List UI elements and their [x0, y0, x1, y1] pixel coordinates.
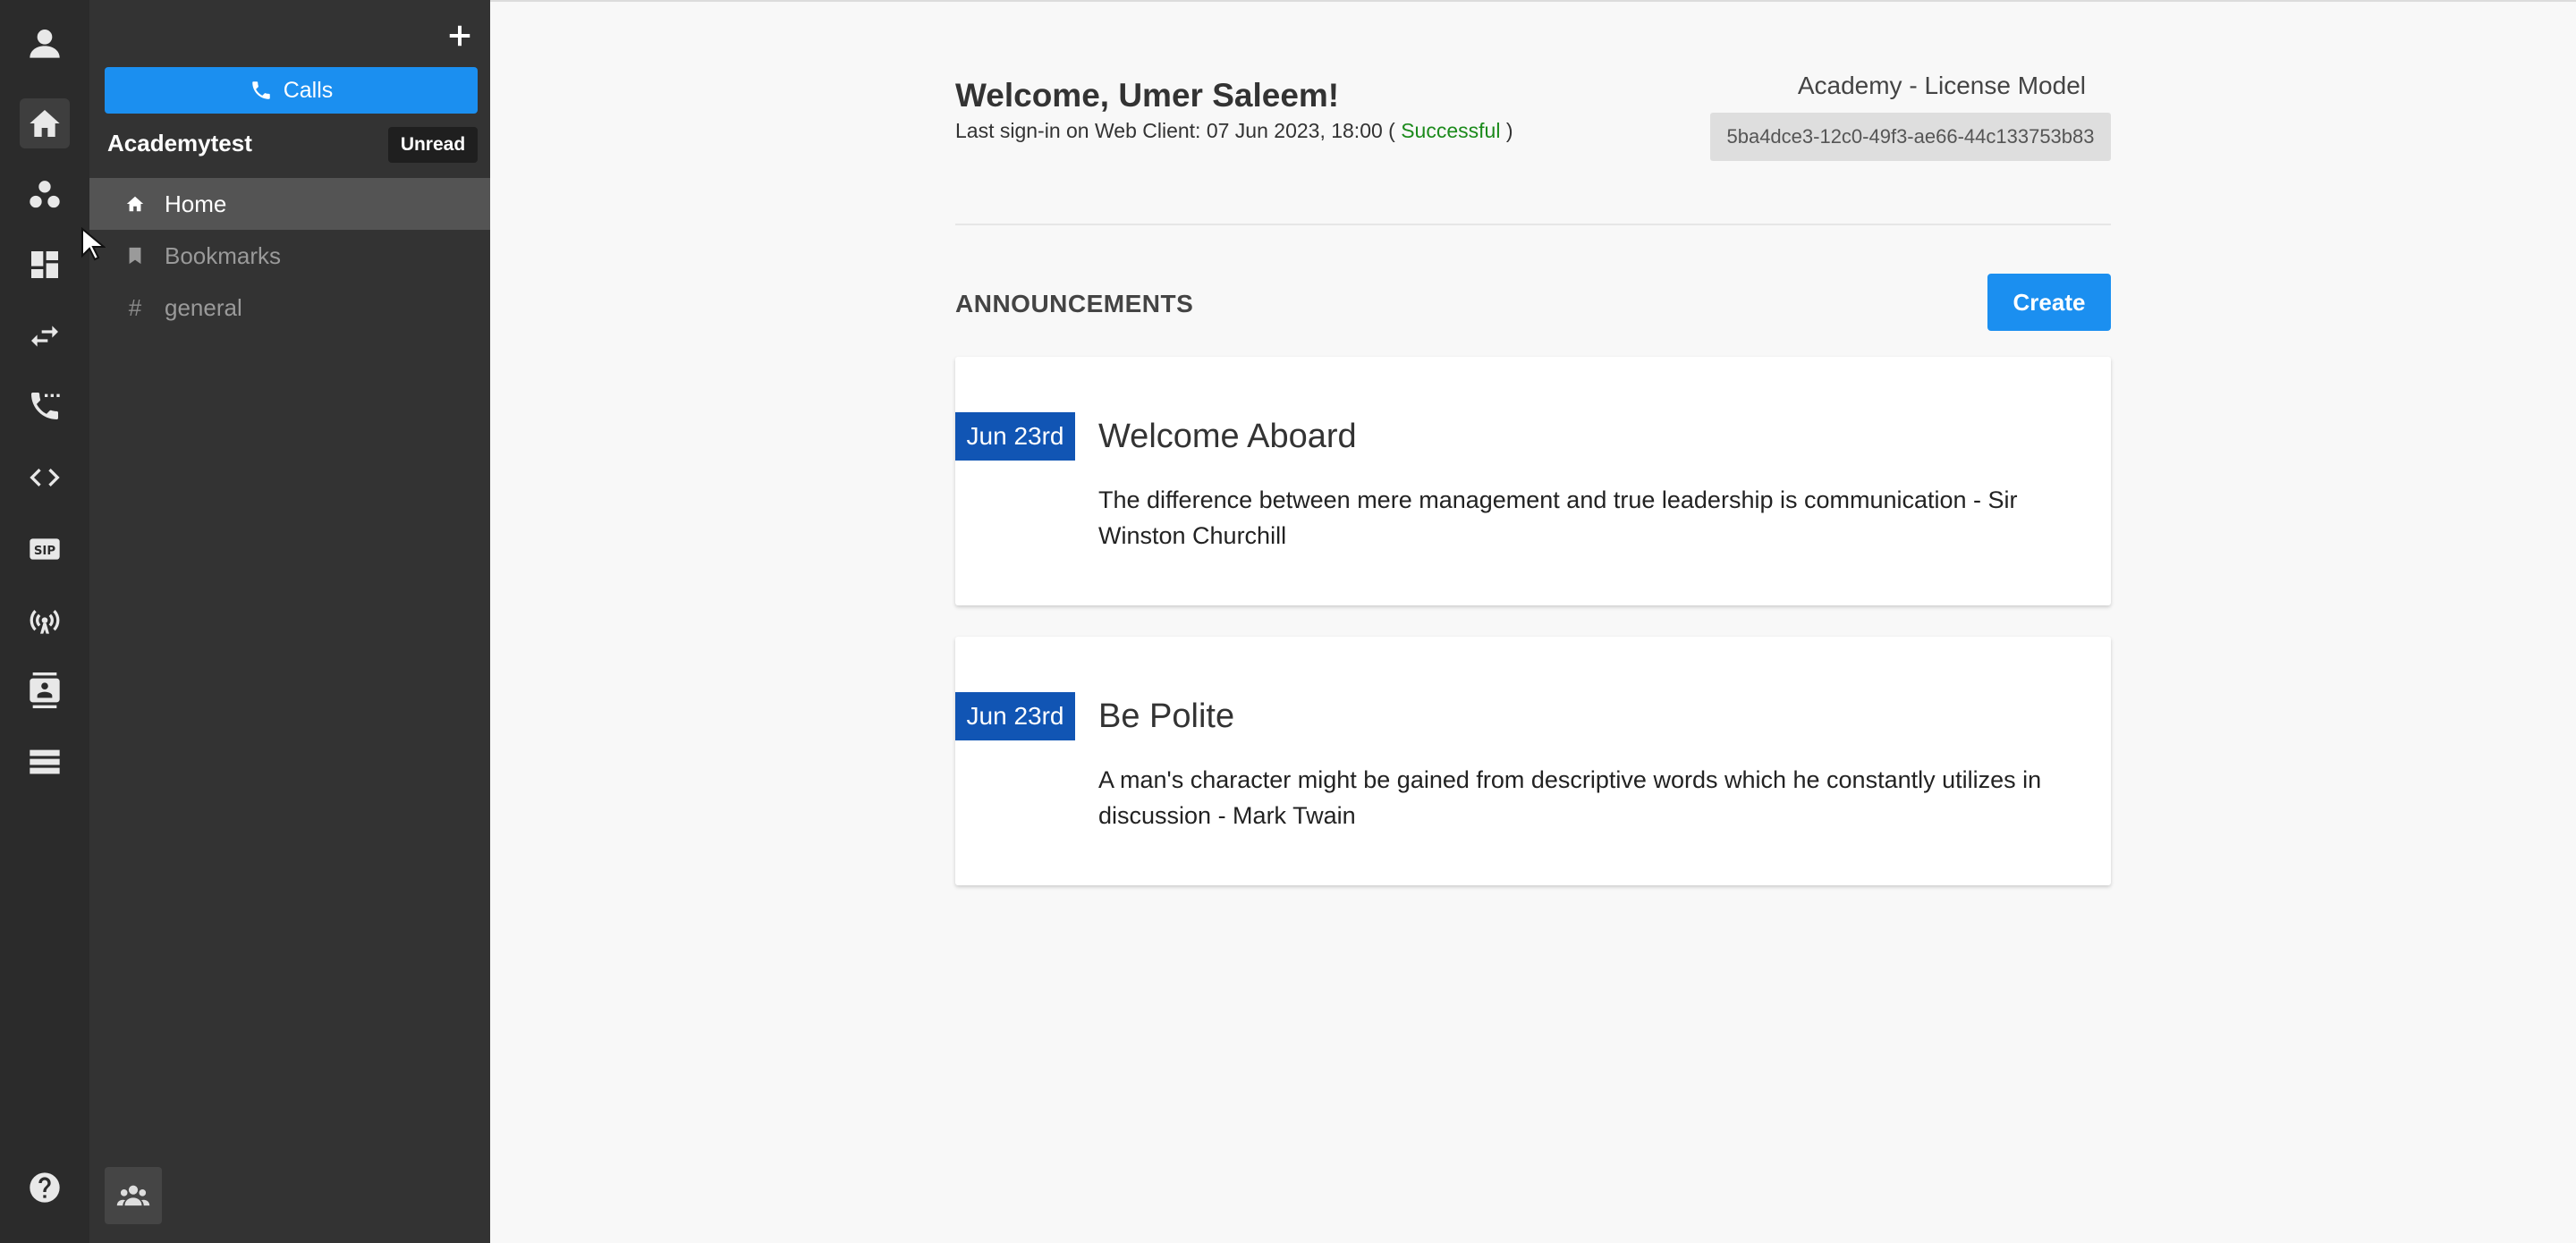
calls-button[interactable]: Calls — [105, 67, 478, 114]
page-title: Welcome, Umer Saleem! — [955, 77, 1340, 114]
contact-card-icon[interactable] — [20, 665, 70, 715]
home-icon — [125, 194, 145, 214]
calls-label: Calls — [283, 77, 334, 103]
announcements-heading: ANNOUNCEMENTS — [955, 290, 1194, 317]
sip-icon[interactable]: SIP — [20, 524, 70, 574]
mouse-cursor-icon — [81, 227, 106, 261]
announcement-body: A man's character might be gained from d… — [1098, 766, 2042, 829]
phone-dots-icon[interactable] — [20, 381, 70, 431]
channel-sidebar: Calls Academytest Unread Home Bookmarks … — [89, 0, 490, 1243]
sidebar-item-general[interactable]: # general — [89, 282, 490, 334]
bookmark-icon — [125, 246, 145, 266]
sidebar-item-bookmarks[interactable]: Bookmarks — [89, 230, 490, 282]
hash-icon: # — [128, 293, 142, 321]
broadcast-icon[interactable] — [20, 594, 70, 644]
last-signin-text: Last sign-in on Web Client: 07 Jun 2023,… — [955, 119, 1513, 143]
user-icon[interactable] — [20, 18, 70, 68]
workspace-name: Academytest — [107, 130, 252, 156]
license-model: Academy - License Model — [1797, 72, 2086, 99]
date-badge: Jun 23rd — [955, 692, 1075, 740]
transfer-icon[interactable] — [20, 311, 70, 361]
phone-icon — [251, 81, 270, 99]
groups-icon[interactable] — [20, 170, 70, 220]
icon-rail: SIP — [0, 0, 89, 1243]
create-button[interactable]: Create — [1987, 274, 2111, 331]
sidebar-item-label: Home — [165, 190, 227, 217]
divider — [955, 224, 2111, 225]
license-id: 5ba4dce3-12c0-49f3-ae66-44c133753b83 — [1710, 113, 2111, 161]
announcement-body: The difference between mere management a… — [1098, 486, 2018, 549]
announcement-title: Welcome Aboard — [1098, 418, 1357, 455]
sidebar-item-home[interactable]: Home — [89, 178, 490, 230]
dashboard-icon[interactable] — [20, 240, 70, 290]
sidebar-item-label: general — [165, 293, 242, 321]
main-content: Welcome, Umer Saleem! Last sign-in on We… — [490, 0, 2576, 1243]
unread-toggle[interactable]: Unread — [388, 127, 478, 163]
sidebar-item-label: Bookmarks — [165, 241, 282, 269]
announcement-card: Jun 23rd Be Polite A man's character mig… — [955, 637, 2111, 885]
announcement-card: Jun 23rd Welcome Aboard The difference b… — [955, 357, 2111, 605]
team-icon[interactable] — [105, 1167, 162, 1224]
signin-status: Successful — [1401, 119, 1501, 142]
announcement-title: Be Polite — [1098, 698, 1235, 735]
last-signin-prefix: Last sign-in on Web Client: 07 Jun 2023,… — [955, 119, 1402, 142]
code-icon[interactable] — [20, 452, 70, 503]
help-icon[interactable] — [20, 1163, 70, 1213]
last-signin-suffix: ) — [1500, 119, 1513, 142]
date-badge: Jun 23rd — [955, 412, 1075, 461]
plus-icon[interactable] — [440, 16, 479, 55]
list-icon[interactable] — [20, 737, 70, 787]
svg-text:SIP: SIP — [34, 545, 56, 558]
home-icon[interactable] — [20, 98, 70, 148]
